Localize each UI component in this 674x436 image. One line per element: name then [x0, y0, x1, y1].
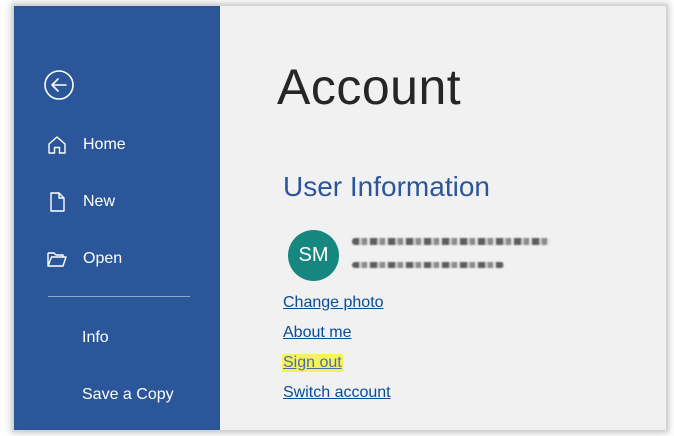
- redacted-user-email: [352, 262, 504, 268]
- sidebar-item-label: Info: [82, 329, 109, 346]
- about-me-link[interactable]: About me: [283, 324, 351, 342]
- backstage-sidebar: Home New Open Info Save a Copy: [14, 6, 220, 430]
- sidebar-item-label: Save a Copy: [82, 386, 174, 403]
- switch-account-link[interactable]: Switch account: [283, 384, 391, 402]
- sidebar-item-label: New: [83, 193, 116, 210]
- back-button[interactable]: [42, 68, 76, 102]
- sign-out-link[interactable]: Sign out: [282, 354, 343, 372]
- avatar: SM: [288, 230, 339, 281]
- account-panel: Account User Information SM Change photo…: [220, 6, 666, 430]
- sidebar-divider: [48, 296, 190, 297]
- sidebar-item-label: Home: [83, 136, 126, 153]
- sidebar-item-save-a-copy[interactable]: Save a Copy: [14, 373, 220, 417]
- home-icon: [46, 134, 68, 156]
- avatar-initials: SM: [298, 244, 329, 266]
- sidebar-item-info[interactable]: Info: [14, 316, 220, 360]
- new-document-icon: [46, 191, 68, 213]
- sidebar-item-new[interactable]: New: [14, 180, 220, 224]
- app-window: Home New Open Info Save a Copy Account U…: [14, 6, 666, 430]
- arrow-left-circle-icon: [44, 70, 74, 100]
- redacted-user-name: [352, 238, 550, 245]
- change-photo-link[interactable]: Change photo: [283, 294, 384, 312]
- page-title: Account: [277, 59, 462, 115]
- sidebar-item-open[interactable]: Open: [14, 237, 220, 281]
- open-folder-icon: [46, 248, 68, 270]
- sidebar-item-home[interactable]: Home: [14, 123, 220, 167]
- user-information-heading: User Information: [283, 171, 490, 202]
- sidebar-item-label: Open: [83, 250, 123, 267]
